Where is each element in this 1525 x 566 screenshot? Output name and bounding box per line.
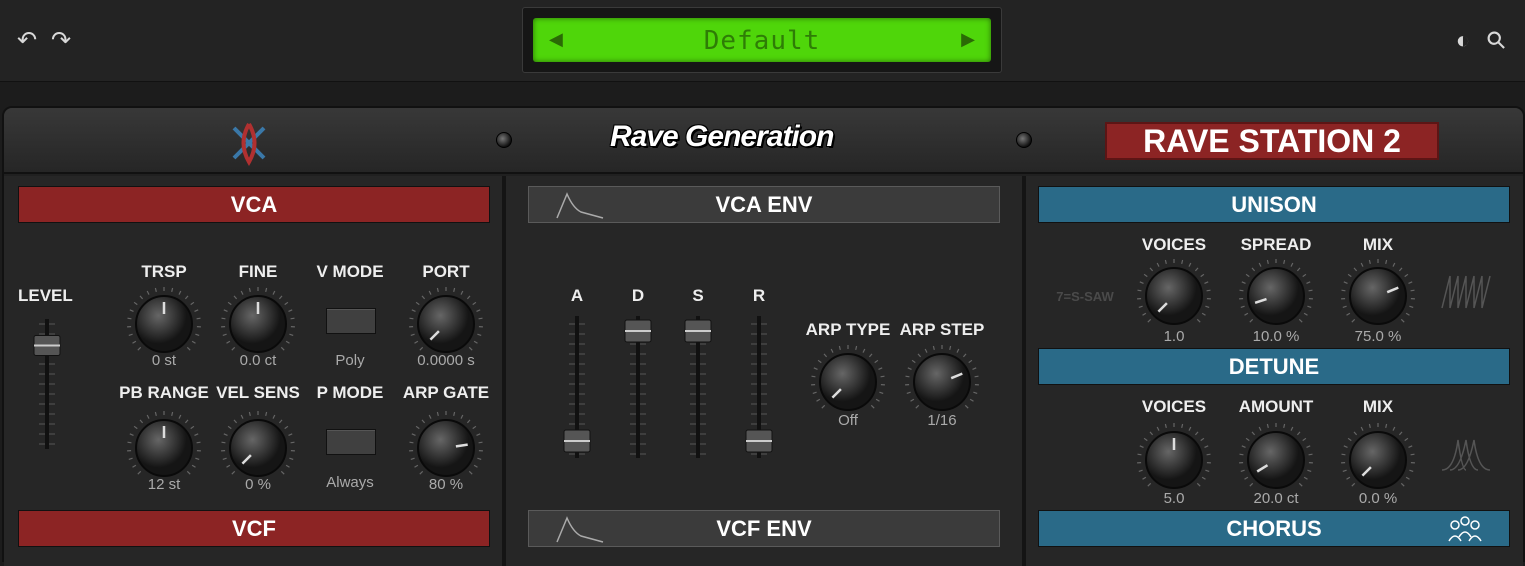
pbrange-label: PB RANGE bbox=[114, 383, 214, 403]
trsp-label: TRSP bbox=[124, 262, 204, 282]
arpgate-value: 80 % bbox=[406, 476, 486, 493]
arpstep-value: 1/16 bbox=[902, 412, 982, 429]
pmode-label: P MODE bbox=[310, 383, 390, 403]
unison-voices-value: 1.0 bbox=[1134, 328, 1214, 345]
unison-panel: UNISON 7=S-SAW VOICES 1.0 SPREAD 10.0 % … bbox=[1026, 176, 1523, 566]
screw-right bbox=[1016, 132, 1032, 148]
level-slider[interactable] bbox=[32, 314, 62, 454]
fine-value: 0.0 ct bbox=[218, 352, 298, 369]
chorus-title: CHORUS bbox=[1226, 516, 1321, 541]
detune-wave-icon bbox=[1440, 434, 1492, 474]
envelope-shape-icon bbox=[555, 190, 605, 220]
unison-spread-knob[interactable] bbox=[1236, 256, 1316, 336]
preset-name: Default bbox=[533, 26, 991, 56]
vmode-label: V MODE bbox=[310, 262, 390, 282]
env-sustain-label: S bbox=[683, 286, 713, 306]
detune-amount-value: 20.0 ct bbox=[1236, 490, 1316, 507]
envelope-panel: VCA ENV A D S R ARP TYPE Off ARP STEP bbox=[506, 176, 1022, 566]
supersaw-wave-icon bbox=[1440, 272, 1492, 312]
redo-icon[interactable]: ↷ bbox=[48, 28, 74, 54]
preset-display-frame: ◀ Default ▶ bbox=[522, 7, 1002, 73]
plugin-body: Rave Generation RAVE STATION 2 VCA LEVEL… bbox=[2, 106, 1525, 562]
unison-hint: 7=S-SAW bbox=[1050, 289, 1120, 304]
vca-env-section-header: VCA ENV bbox=[528, 186, 1000, 223]
fine-label: FINE bbox=[218, 262, 298, 282]
unison-voices-knob[interactable] bbox=[1134, 256, 1214, 336]
arpgate-label: ARP GATE bbox=[400, 383, 492, 403]
unison-spread-value: 10.0 % bbox=[1236, 328, 1316, 345]
port-label: PORT bbox=[406, 262, 486, 282]
undo-icon[interactable]: ↶ bbox=[14, 28, 40, 54]
unison-section-header: UNISON bbox=[1038, 186, 1510, 223]
detune-mix-value: 0.0 % bbox=[1338, 490, 1418, 507]
product-title: RAVE STATION 2 bbox=[1105, 122, 1439, 160]
contrast-icon[interactable]: ◐ bbox=[1450, 28, 1476, 54]
velsens-label: VEL SENS bbox=[210, 383, 306, 403]
detune-mix-label: MIX bbox=[1338, 397, 1418, 417]
port-value: 0.0000 s bbox=[400, 352, 492, 369]
env-release-label: R bbox=[744, 286, 774, 306]
plugin-header: Rave Generation RAVE STATION 2 bbox=[4, 108, 1523, 174]
pbrange-value: 12 st bbox=[124, 476, 204, 493]
level-label: LEVEL bbox=[18, 286, 72, 306]
unison-voices-label: VOICES bbox=[1134, 235, 1214, 255]
env-release-slider[interactable] bbox=[744, 312, 774, 462]
vca-panel: VCA LEVEL TRSP 0 st FINE 0.0 ct V MODE bbox=[4, 176, 502, 566]
detune-voices-knob[interactable] bbox=[1134, 420, 1214, 500]
arpstep-knob[interactable] bbox=[902, 342, 982, 422]
unison-spread-label: SPREAD bbox=[1236, 235, 1316, 255]
env-attack-slider[interactable] bbox=[562, 312, 592, 462]
preset-next-arrow-icon[interactable]: ▶ bbox=[961, 29, 975, 50]
screw-left bbox=[496, 132, 512, 148]
chorus-section-header[interactable]: CHORUS bbox=[1038, 510, 1510, 547]
unison-mix-label: MIX bbox=[1338, 235, 1418, 255]
vcf-section-header[interactable]: VCF bbox=[18, 510, 490, 547]
vmode-button[interactable] bbox=[326, 308, 376, 334]
vcf-env-section-header[interactable]: VCF ENV bbox=[528, 510, 1000, 547]
brand-logo-icon bbox=[226, 120, 272, 166]
vca-env-title: VCA ENV bbox=[716, 192, 813, 217]
detune-voices-label: VOICES bbox=[1134, 397, 1214, 417]
unison-mix-knob[interactable] bbox=[1338, 256, 1418, 336]
arpstep-label: ARP STEP bbox=[896, 320, 988, 340]
vcf-env-title: VCF ENV bbox=[716, 516, 811, 541]
env-sustain-slider[interactable] bbox=[683, 312, 713, 462]
brand-logo-text: Rave Generation bbox=[610, 120, 833, 154]
arptype-label: ARP TYPE bbox=[802, 320, 894, 340]
detune-amount-knob[interactable] bbox=[1236, 420, 1316, 500]
detune-voices-value: 5.0 bbox=[1134, 490, 1214, 507]
arptype-knob[interactable] bbox=[808, 342, 888, 422]
vca-section-header: VCA bbox=[18, 186, 490, 223]
detune-amount-label: AMOUNT bbox=[1236, 397, 1316, 417]
detune-section-header: DETUNE bbox=[1038, 348, 1510, 385]
pmode-button[interactable] bbox=[326, 429, 376, 455]
trsp-value: 0 st bbox=[124, 352, 204, 369]
detune-mix-knob[interactable] bbox=[1338, 420, 1418, 500]
pmode-value: Always bbox=[310, 474, 390, 491]
env-decay-slider[interactable] bbox=[623, 312, 653, 462]
unison-mix-value: 75.0 % bbox=[1338, 328, 1418, 345]
search-icon[interactable]: ⚲ bbox=[1479, 23, 1516, 60]
top-toolbar: ↶ ↷ ◀ Default ▶ ◐ ⚲ bbox=[0, 0, 1525, 82]
arptype-value: Off bbox=[808, 412, 888, 429]
vmode-value: Poly bbox=[310, 352, 390, 369]
velsens-value: 0 % bbox=[218, 476, 298, 493]
env-attack-label: A bbox=[562, 286, 592, 306]
preset-display[interactable]: ◀ Default ▶ bbox=[533, 18, 991, 62]
env-decay-label: D bbox=[623, 286, 653, 306]
envelope-shape-icon bbox=[555, 514, 605, 544]
chorus-group-icon bbox=[1447, 513, 1483, 545]
